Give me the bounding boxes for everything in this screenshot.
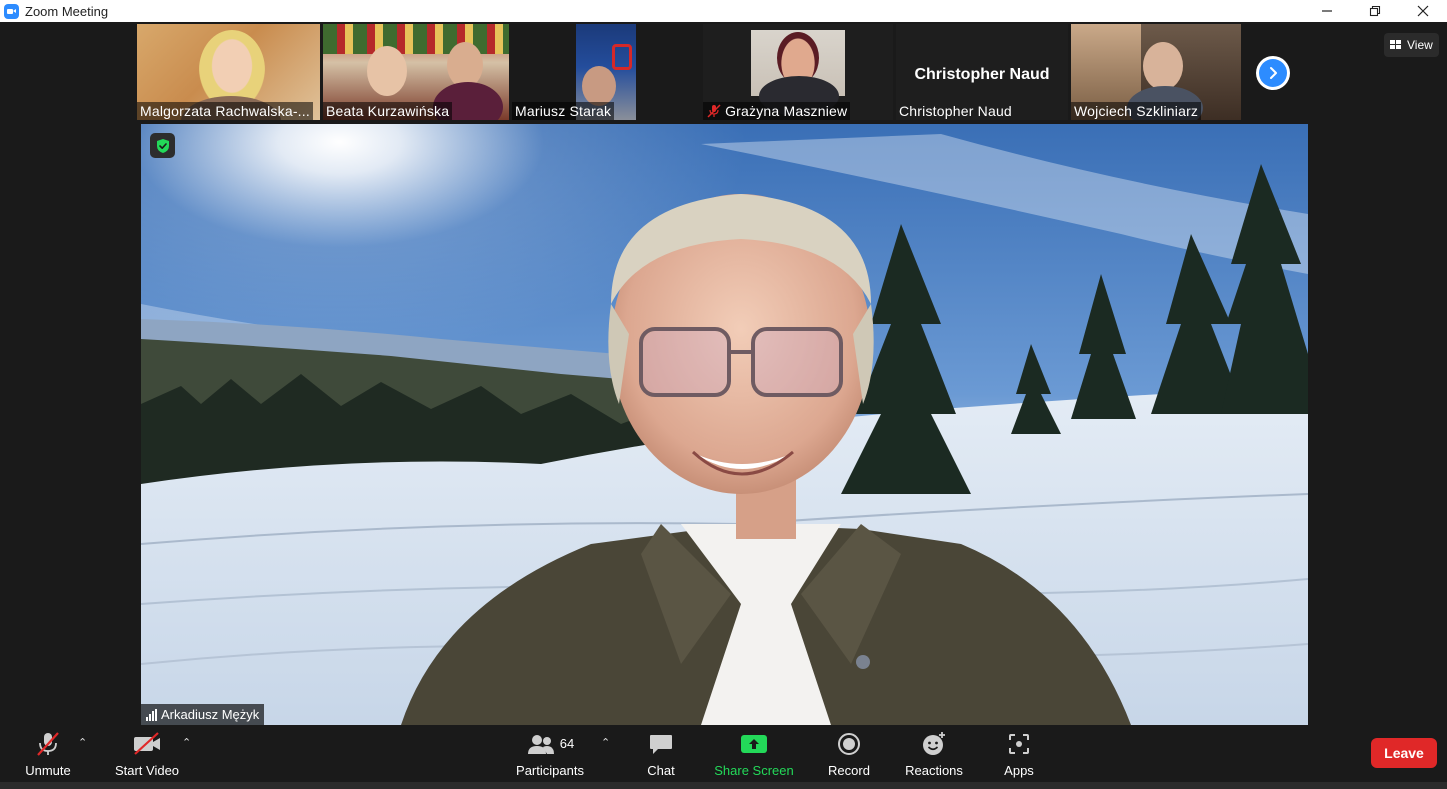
start-video-label: Start Video (114, 763, 180, 778)
share-screen-icon (741, 734, 767, 753)
next-page-button[interactable] (1256, 56, 1290, 90)
connection-strength-icon (146, 708, 157, 721)
participant-thumbnail[interactable]: Mariusz Starak (512, 24, 698, 120)
view-button-label: View (1407, 38, 1433, 52)
minimize-button[interactable] (1303, 0, 1351, 22)
active-speaker-scene (141, 124, 1308, 725)
record-icon (838, 732, 860, 755)
unmute-button[interactable]: Unmute (22, 730, 74, 778)
meeting-controls-toolbar: Unmute ⌃ Start Video ⌃ 64 Participants ⌃… (0, 726, 1447, 782)
participants-icon (527, 734, 554, 754)
reactions-icon (923, 731, 945, 755)
record-button[interactable]: Record (824, 730, 874, 778)
reactions-label: Reactions (905, 763, 963, 778)
share-screen-button[interactable]: Share Screen (714, 730, 794, 778)
chat-icon (650, 734, 672, 754)
participant-thumbnail-strip: Malgorzata Rachwalska-... Beata Kurzawiń… (0, 22, 1447, 122)
zoom-app-icon (4, 3, 19, 19)
record-label: Record (828, 763, 870, 778)
participant-name: Malgorzata Rachwalska-... (137, 102, 313, 120)
university-logo (612, 44, 632, 70)
participant-thumbnail[interactable]: Malgorzata Rachwalska-... (137, 24, 320, 120)
participant-display-name: Christopher Naud (914, 66, 1050, 83)
close-icon (1417, 5, 1429, 17)
audio-options-caret[interactable]: ⌃ (78, 736, 87, 749)
apps-label: Apps (1004, 763, 1034, 778)
participant-face (1143, 42, 1183, 90)
share-screen-label: Share Screen (714, 763, 794, 778)
video-options-caret[interactable]: ⌃ (182, 736, 191, 749)
participant-thumbnail[interactable]: Beata Kurzawińska (323, 24, 509, 120)
start-video-button[interactable]: Start Video (112, 730, 182, 778)
muted-microphone-icon (37, 731, 59, 756)
participant-face (582, 66, 616, 106)
participant-face (367, 46, 407, 96)
participants-button[interactable]: 64 Participants (514, 730, 586, 778)
participant-name: Wojciech Szkliniarz (1071, 102, 1202, 120)
close-button[interactable] (1399, 0, 1447, 22)
unmute-label: Unmute (25, 763, 71, 778)
apps-button[interactable]: Apps (1000, 730, 1038, 778)
participants-label: Participants (516, 763, 584, 778)
leave-button[interactable]: Leave (1371, 738, 1437, 768)
chat-button[interactable]: Chat (640, 730, 682, 778)
apps-icon (1009, 733, 1029, 754)
participant-name: Mariusz Starak (512, 102, 615, 120)
muted-mic-icon (707, 104, 721, 118)
reactions-button[interactable]: Reactions (904, 730, 964, 778)
encryption-shield-button[interactable] (150, 133, 175, 158)
view-button[interactable]: View (1384, 33, 1439, 57)
active-speaker-video (141, 124, 1308, 725)
zoom-meeting-window: Zoom Meeting Malgorzata Rachwalska-... B (0, 0, 1447, 789)
participants-count: 64 (559, 736, 575, 751)
active-speaker-label: Arkadiusz Mężyk (141, 704, 265, 725)
participant-name: Beata Kurzawińska (323, 102, 453, 120)
minimize-icon (1322, 10, 1332, 12)
participant-name: Grażyna Maszniew (725, 103, 848, 119)
participant-thumbnail[interactable]: Wojciech Szkliniarz (1071, 24, 1241, 120)
participants-options-caret[interactable]: ⌃ (601, 736, 610, 749)
participant-video (323, 24, 509, 54)
shield-check-icon (156, 138, 169, 153)
restore-icon (1369, 5, 1381, 17)
chevron-right-icon (1270, 67, 1277, 79)
active-speaker-name: Arkadiusz Mężyk (161, 707, 260, 722)
participant-name: Christopher Naud (899, 103, 1012, 119)
window-controls (1303, 0, 1447, 22)
video-off-icon (134, 731, 160, 755)
chat-label: Chat (647, 763, 675, 778)
title-bar: Zoom Meeting (0, 0, 1447, 22)
participant-name-with-mute: Grażyna Maszniew (703, 102, 851, 120)
taskbar-edge (0, 782, 1447, 789)
grid-view-icon (1390, 40, 1401, 49)
restore-button[interactable] (1351, 0, 1399, 22)
participant-thumbnail[interactable]: Grażyna Maszniew (703, 24, 893, 120)
window-title: Zoom Meeting (25, 3, 109, 19)
participant-thumbnail[interactable]: Christopher Naud Christopher Naud (896, 24, 1068, 120)
